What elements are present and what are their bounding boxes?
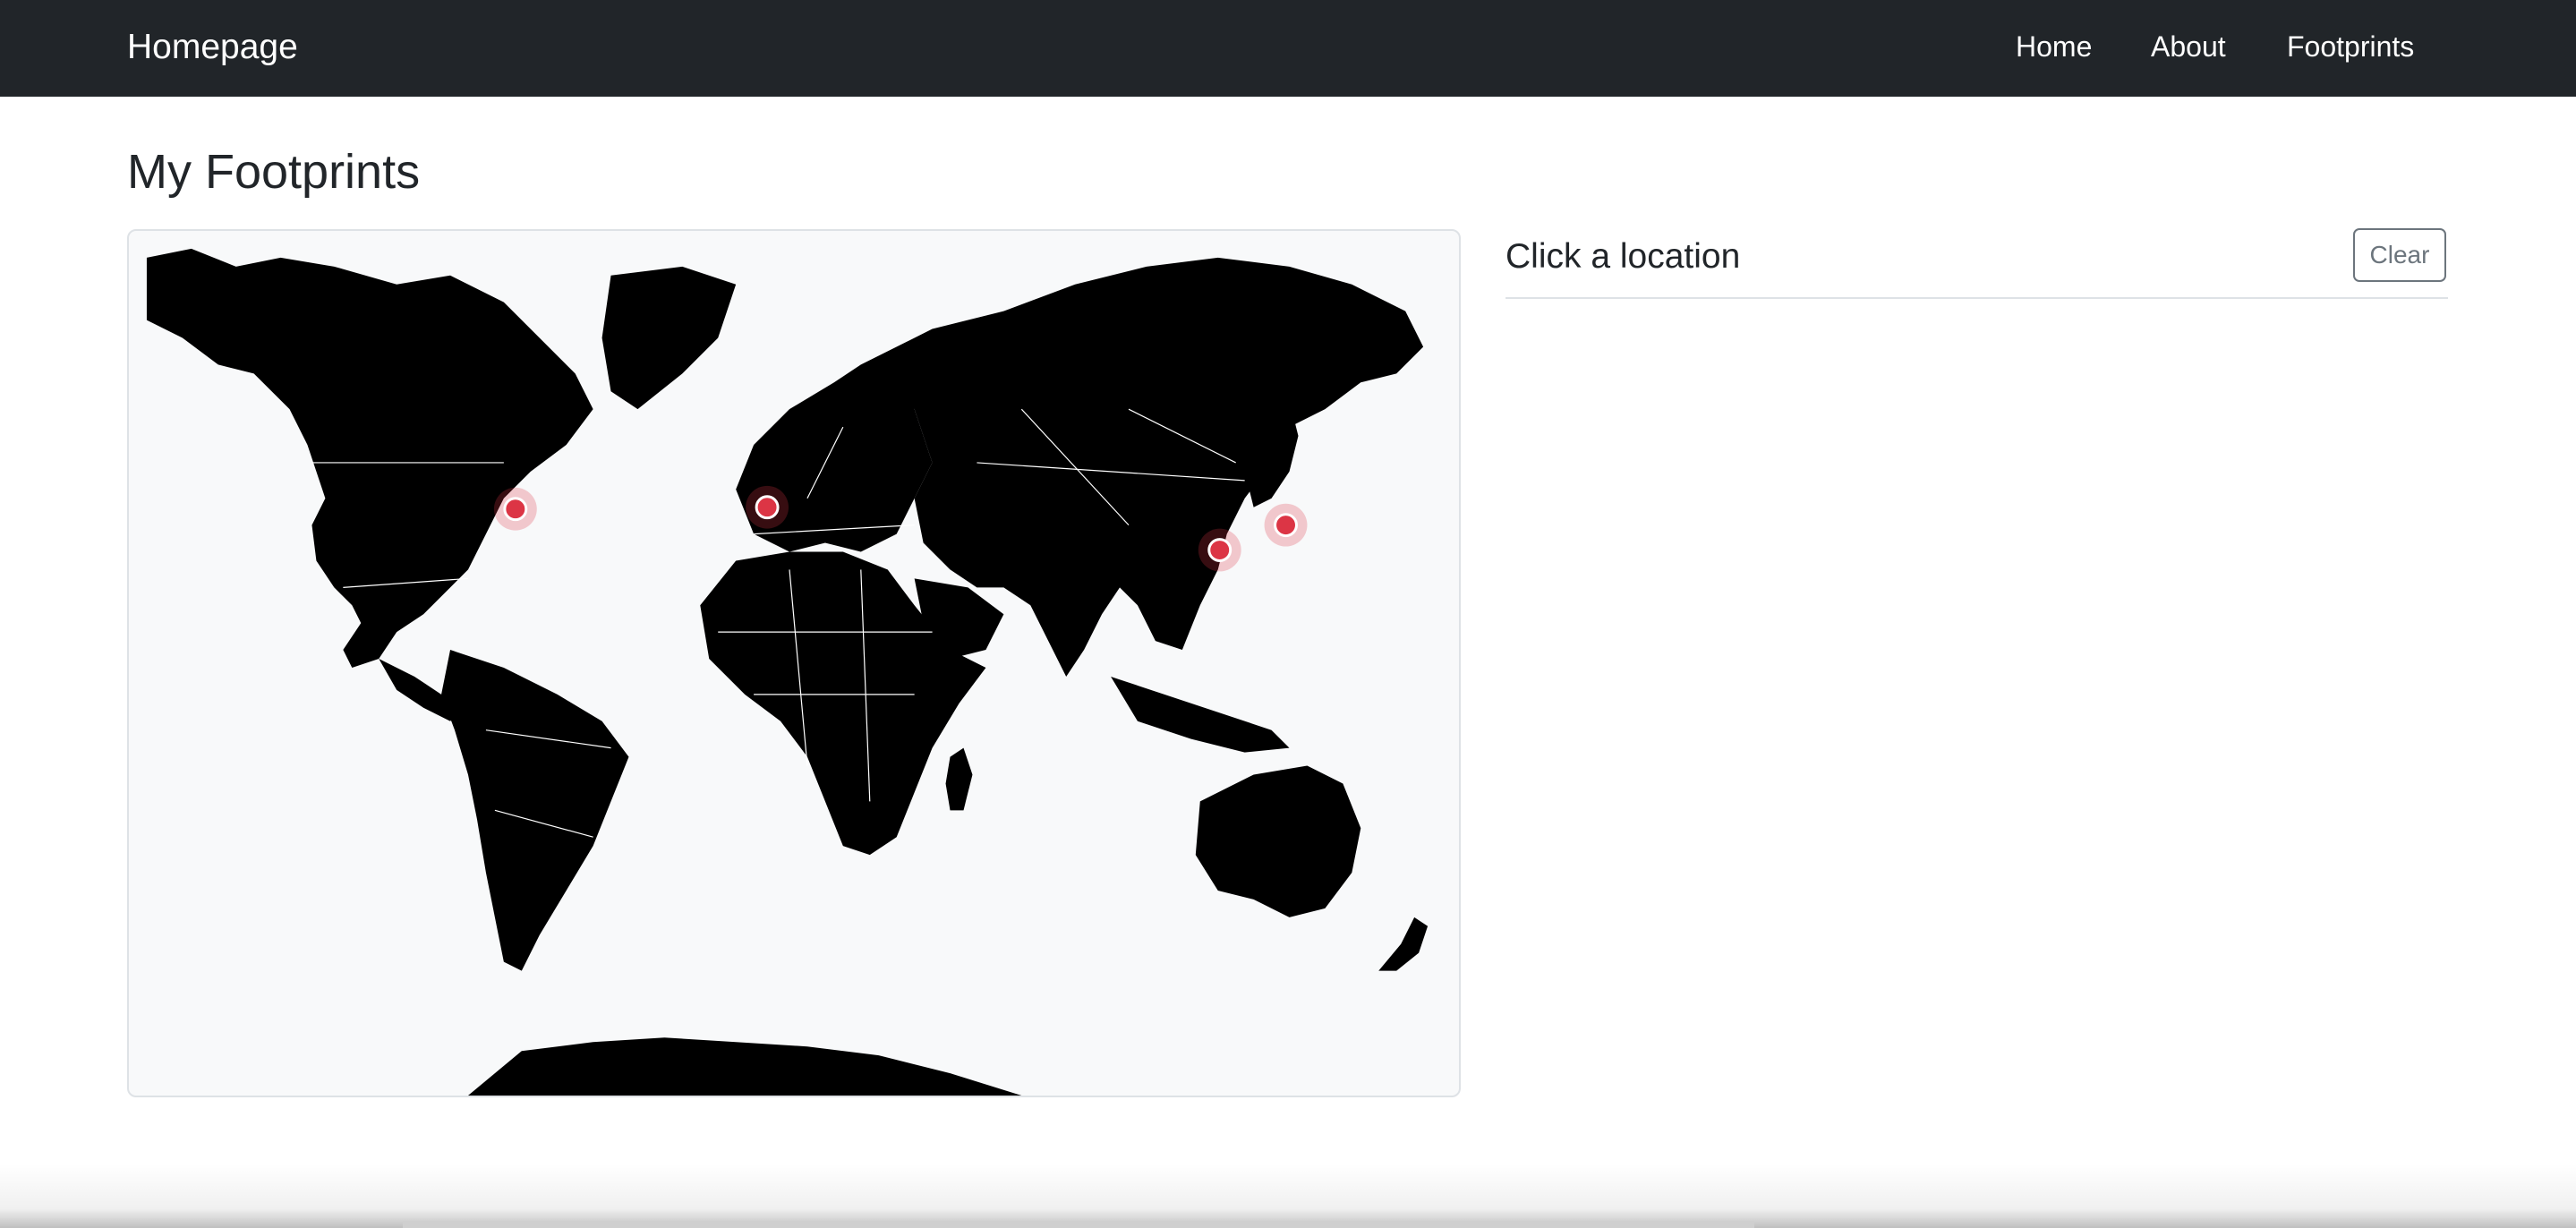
continent-greenland[interactable] — [601, 266, 737, 410]
window-bottom-bar — [403, 1221, 1754, 1228]
island-new-zealand — [1378, 917, 1429, 971]
marker-barcelona[interactable] — [746, 485, 789, 529]
page-title: My Footprints — [127, 145, 421, 199]
marker-new-york[interactable] — [493, 487, 537, 531]
nav-link-home[interactable]: Home — [2016, 27, 2092, 66]
navbar-brand[interactable]: Homepage — [127, 23, 298, 72]
marker-tokyo[interactable] — [1264, 503, 1308, 547]
clear-button[interactable]: Clear — [2353, 228, 2446, 282]
continent-antarctica[interactable] — [467, 1037, 1022, 1096]
nav-link-about[interactable]: About — [2151, 27, 2226, 66]
navbar: Homepage Home About Footprints — [0, 0, 2576, 97]
continent-south-america[interactable] — [441, 650, 629, 971]
window-bottom-shadow — [0, 1164, 2576, 1228]
islands-southeast-asia — [1111, 676, 1290, 753]
nav-link-footprints[interactable]: Footprints — [2287, 27, 2414, 66]
location-panel-title: Click a location — [1506, 237, 1741, 276]
continent-australia[interactable] — [1195, 765, 1361, 917]
world-map[interactable] — [127, 229, 1461, 1097]
island-madagascar — [945, 747, 973, 811]
panel-divider — [1506, 297, 2448, 299]
marker-shanghai[interactable] — [1198, 528, 1241, 572]
world-map-svg[interactable] — [129, 231, 1459, 1096]
continent-north-america[interactable] — [146, 248, 593, 668]
